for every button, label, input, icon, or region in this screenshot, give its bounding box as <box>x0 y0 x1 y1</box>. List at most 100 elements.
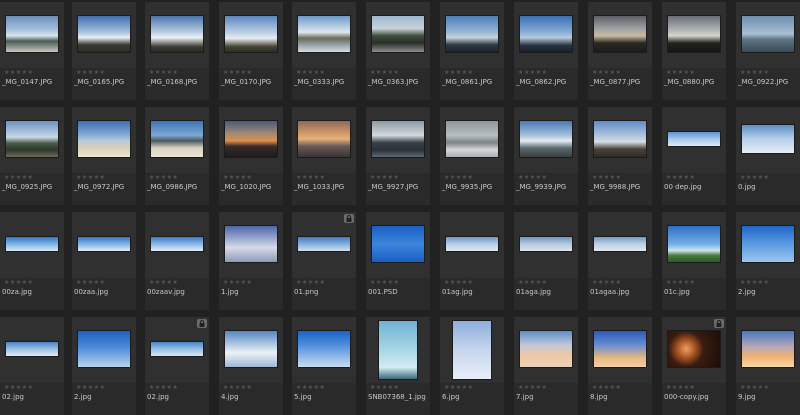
thumbnail-cell[interactable]: ★★★★★ 0.jpg <box>736 107 800 205</box>
thumbnail-frame[interactable] <box>72 212 136 278</box>
thumbnail-image[interactable] <box>445 120 499 158</box>
star-rating[interactable]: ★★★★★ <box>444 69 473 77</box>
thumbnail-frame[interactable] <box>588 317 652 383</box>
thumbnail-cell[interactable]: ★★★★★ 5.jpg <box>292 317 356 415</box>
star-rating[interactable]: ★★★★★ <box>296 69 325 77</box>
thumbnail-cell[interactable]: ★★★★★ SNB07368_1.jpg <box>366 317 430 415</box>
thumbnail-cell[interactable]: ★★★★★ 01.png <box>292 212 356 310</box>
star-rating[interactable]: ★★★★★ <box>4 279 33 287</box>
star-rating[interactable]: ★★★★★ <box>518 384 547 392</box>
star-rating[interactable]: ★★★★★ <box>370 69 399 77</box>
thumbnail-cell[interactable]: ★★★★★ 6.jpg <box>440 317 504 415</box>
thumbnail-frame[interactable] <box>736 107 800 173</box>
star-rating[interactable]: ★★★★★ <box>666 279 695 287</box>
star-rating[interactable]: ★★★★★ <box>740 384 769 392</box>
thumbnail-frame[interactable] <box>440 317 504 383</box>
star-rating[interactable]: ★★★★★ <box>444 174 473 182</box>
thumbnail-cell[interactable]: ★★★★★ 01ag.jpg <box>440 212 504 310</box>
star-rating[interactable]: ★★★★★ <box>444 384 473 392</box>
star-rating[interactable]: ★★★★★ <box>296 279 325 287</box>
thumbnail-image[interactable] <box>741 124 795 154</box>
star-rating[interactable]: ★★★★★ <box>149 69 178 77</box>
star-rating[interactable]: ★★★★★ <box>223 174 252 182</box>
thumbnail-frame[interactable] <box>736 2 800 68</box>
star-rating[interactable]: ★★★★★ <box>149 279 178 287</box>
thumbnail-frame[interactable] <box>662 212 726 278</box>
thumbnail-image[interactable] <box>224 120 278 158</box>
thumbnail-cell[interactable]: ★★★★★ _MG_0972.JPG <box>72 107 136 205</box>
thumbnail-image[interactable] <box>150 120 204 158</box>
thumbnail-cell[interactable]: ★★★★★ _MG_0861.JPG <box>440 2 504 100</box>
thumbnail-frame[interactable] <box>72 107 136 173</box>
thumbnail-frame[interactable] <box>292 317 356 383</box>
star-rating[interactable]: ★★★★★ <box>223 69 252 77</box>
thumbnail-image[interactable] <box>667 225 721 263</box>
thumbnail-frame[interactable] <box>219 107 283 173</box>
thumbnail-image[interactable] <box>741 330 795 368</box>
thumbnail-image[interactable] <box>150 341 204 357</box>
thumbnail-cell[interactable]: ★★★★★ 8.jpg <box>588 317 652 415</box>
thumbnail-image[interactable] <box>519 236 573 252</box>
thumbnail-image[interactable] <box>224 15 278 53</box>
thumbnail-cell[interactable]: ★★★★★ _MG_9939.JPG <box>514 107 578 205</box>
thumbnail-cell[interactable]: ★★★★★ 00za.jpg <box>0 212 64 310</box>
thumbnail-cell[interactable]: ★★★★★ _MG_0877.JPG <box>588 2 652 100</box>
thumbnail-cell[interactable]: ★★★★★ 1.jpg <box>219 212 283 310</box>
thumbnail-cell[interactable]: ★★★★★ _MG_1033.JPG <box>292 107 356 205</box>
thumbnail-cell[interactable]: ★★★★★ 2.jpg <box>736 212 800 310</box>
thumbnail-cell[interactable]: ★★★★★ 01c.jpg <box>662 212 726 310</box>
thumbnail-frame[interactable] <box>72 2 136 68</box>
thumbnail-frame[interactable] <box>366 317 430 383</box>
thumbnail-frame[interactable] <box>366 212 430 278</box>
thumbnail-cell[interactable]: ★★★★★ 00zaav.jpg <box>145 212 209 310</box>
star-rating[interactable]: ★★★★★ <box>518 174 547 182</box>
thumbnail-frame[interactable] <box>440 2 504 68</box>
thumbnail-image[interactable] <box>741 225 795 263</box>
thumbnail-image[interactable] <box>224 330 278 368</box>
thumbnail-image[interactable] <box>667 15 721 53</box>
thumbnail-image[interactable] <box>519 15 573 53</box>
star-rating[interactable]: ★★★★★ <box>370 279 399 287</box>
thumbnail-image[interactable] <box>77 236 131 252</box>
star-rating[interactable]: ★★★★★ <box>740 174 769 182</box>
thumbnail-frame[interactable] <box>0 317 64 383</box>
thumbnail-cell[interactable]: ★★★★★ _MG_0880.JPG <box>662 2 726 100</box>
thumbnail-image[interactable] <box>593 330 647 368</box>
star-rating[interactable]: ★★★★★ <box>4 69 33 77</box>
star-rating[interactable]: ★★★★★ <box>76 384 105 392</box>
thumbnail-frame[interactable] <box>514 212 578 278</box>
thumbnail-cell[interactable]: ★★★★★ _MG_1020.JPG <box>219 107 283 205</box>
star-rating[interactable]: ★★★★★ <box>592 174 621 182</box>
thumbnail-image[interactable] <box>77 15 131 53</box>
thumbnail-cell[interactable]: ★★★★★ _MG_9927.JPG <box>366 107 430 205</box>
thumbnail-image[interactable] <box>77 120 131 158</box>
thumbnail-image[interactable] <box>371 15 425 53</box>
star-rating[interactable]: ★★★★★ <box>4 384 33 392</box>
thumbnail-cell[interactable]: ★★★★★ 01aga.jpg <box>514 212 578 310</box>
thumbnail-frame[interactable] <box>292 212 356 278</box>
thumbnail-frame[interactable] <box>219 212 283 278</box>
thumbnail-image[interactable] <box>445 15 499 53</box>
star-rating[interactable]: ★★★★★ <box>76 69 105 77</box>
thumbnail-image[interactable] <box>150 236 204 252</box>
thumbnail-image[interactable] <box>593 120 647 158</box>
thumbnail-cell[interactable]: ★★★★★ _MG_9988.JPG <box>588 107 652 205</box>
thumbnail-cell[interactable]: ★★★★★ 4.jpg <box>219 317 283 415</box>
thumbnail-frame[interactable] <box>145 317 209 383</box>
thumbnail-image[interactable] <box>452 320 492 380</box>
thumbnail-frame[interactable] <box>145 2 209 68</box>
thumbnail-frame[interactable] <box>292 107 356 173</box>
thumbnail-image[interactable] <box>593 15 647 53</box>
star-rating[interactable]: ★★★★★ <box>666 174 695 182</box>
thumbnail-cell[interactable]: ★★★★★ 00 dep.jpg <box>662 107 726 205</box>
thumbnail-cell[interactable]: ★★★★★ _MG_0165.JPG <box>72 2 136 100</box>
thumbnail-cell[interactable]: ★★★★★ 9.jpg <box>736 317 800 415</box>
star-rating[interactable]: ★★★★★ <box>666 69 695 77</box>
thumbnail-image[interactable] <box>5 120 59 158</box>
thumbnail-image[interactable] <box>371 120 425 158</box>
thumbnail-frame[interactable] <box>662 317 726 383</box>
thumbnail-frame[interactable] <box>588 107 652 173</box>
thumbnail-frame[interactable] <box>662 2 726 68</box>
star-rating[interactable]: ★★★★★ <box>370 174 399 182</box>
thumbnail-image[interactable] <box>5 15 59 53</box>
